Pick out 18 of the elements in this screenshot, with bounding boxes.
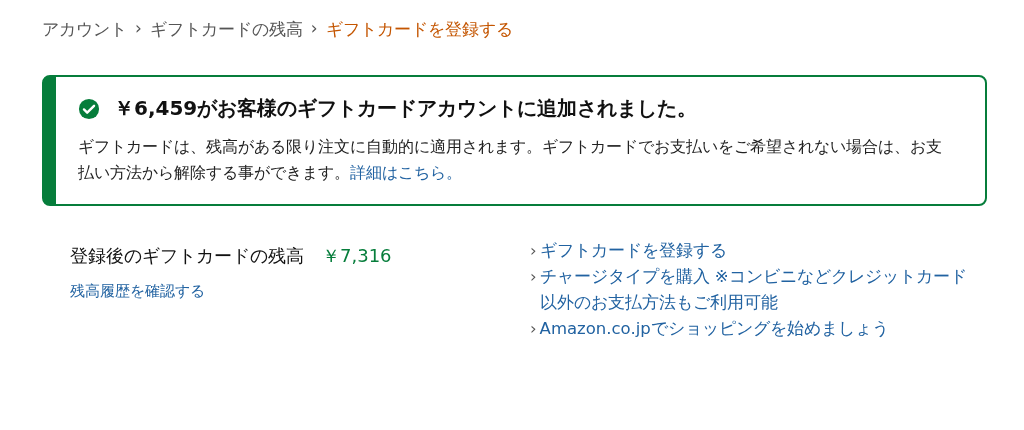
breadcrumb-link[interactable]: ギフトカードの残高 (149, 18, 303, 41)
breadcrumb-separator: › (135, 18, 142, 40)
breadcrumb-link[interactable]: アカウント (42, 18, 127, 41)
checkmark-icon (78, 97, 100, 120)
chevron-icon: › (530, 238, 537, 264)
balance-amount: ￥7,316 (322, 244, 392, 268)
page-link[interactable]: チャージタイプを購入 ※コンビニなどクレジットカード以外のお支払方法もご利用可能 (539, 264, 970, 316)
breadcrumb-link[interactable]: ギフトカードを登録する (325, 18, 513, 41)
chevron-icon: › (530, 264, 537, 316)
chevron-icon: › (530, 316, 537, 342)
balance-label: 登録後のギフトカードの残高 (70, 244, 304, 268)
balance-history-link[interactable]: 残高履歴を確認する (70, 282, 205, 301)
details-link[interactable]: 詳細はこちら。 (350, 163, 462, 182)
page-link[interactable]: ギフトカードを登録する (539, 238, 727, 264)
breadcrumb-separator: › (310, 18, 318, 40)
alert-message: ギフトカードは、残高がある限り注文に自動的に適用されます。ギフトカードでお支払いをご希望されない場合は、お支払い方法から解除する事ができます。詳細はこちら。 (78, 136, 943, 184)
page-link[interactable]: Amazon.co.jpでショッピングを始めましょう (539, 316, 889, 342)
alert-title: ￥6,459がお客様のギフトカードアカウントに追加されました。 (114, 95, 698, 122)
